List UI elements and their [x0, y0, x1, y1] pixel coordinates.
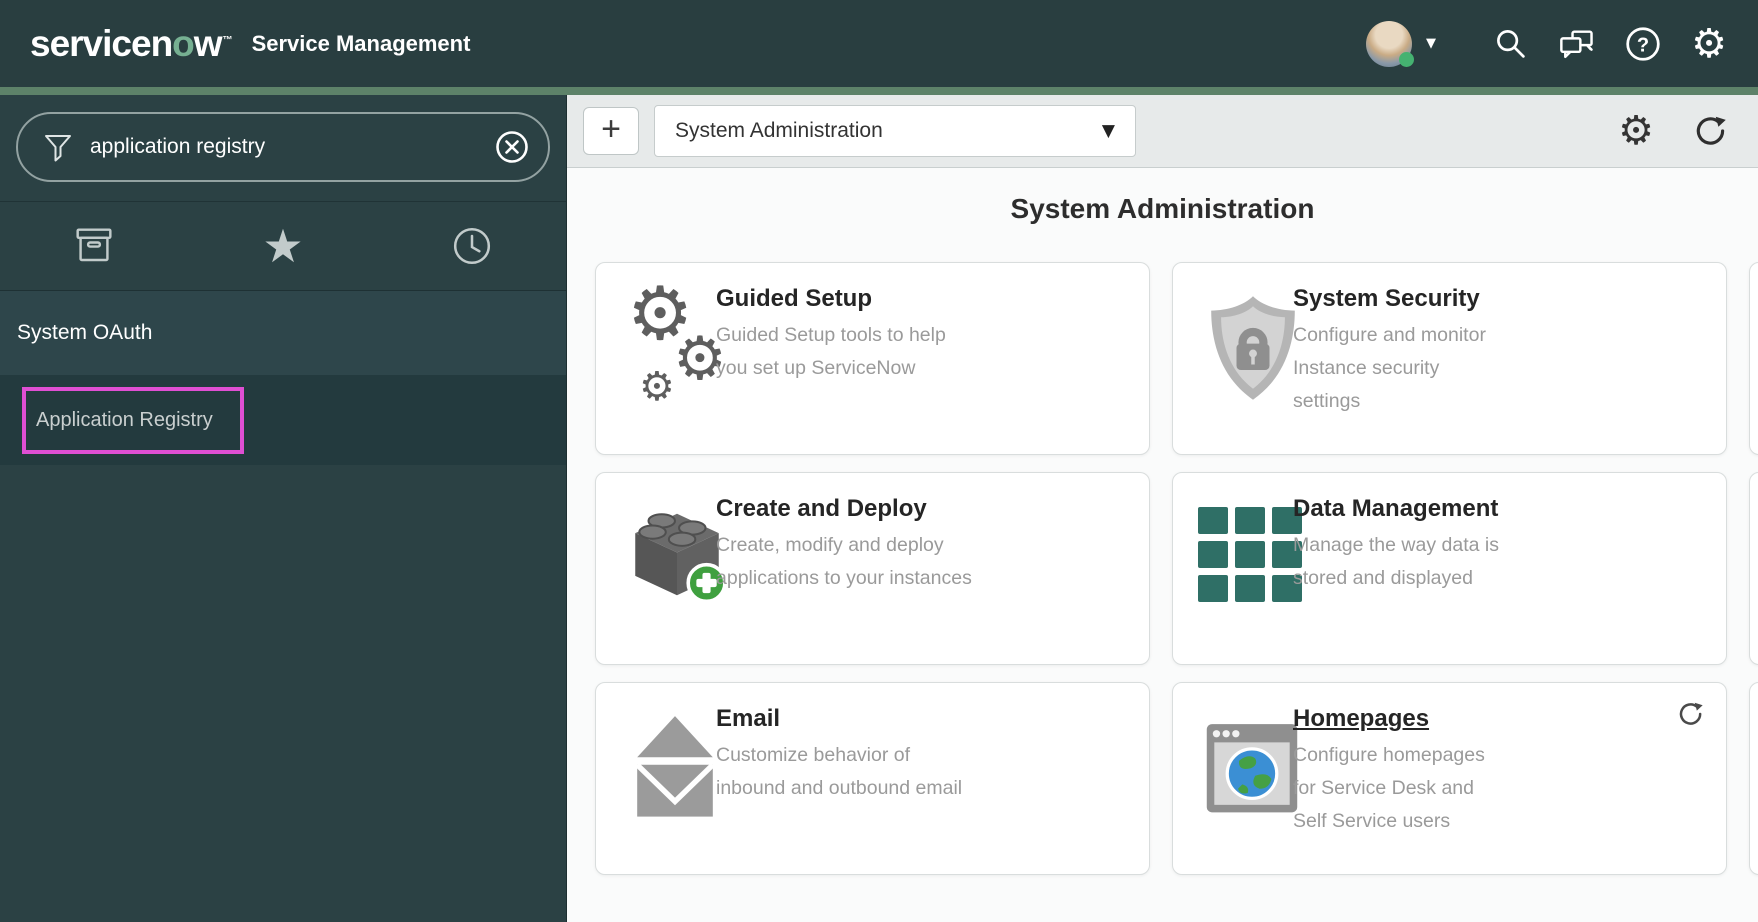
- card-description: Create, modify and deploy applications t…: [716, 529, 974, 595]
- partial-card[interactable]: [1749, 472, 1758, 665]
- archive-box-icon: [73, 226, 115, 266]
- content-toolbar: + System Administration ▼ ⚙: [567, 95, 1758, 168]
- shield-lock-icon: [1198, 289, 1306, 407]
- card-data-management[interactable]: Data Management Manage the way data is s…: [1172, 472, 1727, 665]
- svg-text:?: ?: [1637, 34, 1649, 56]
- star-icon: ★: [262, 223, 303, 269]
- application-navigator: ★ System OAuth Application Registry: [0, 95, 567, 922]
- product-title: Service Management: [252, 31, 471, 57]
- connect-chat-icon[interactable]: [1544, 22, 1610, 66]
- scope-selector-value: System Administration: [675, 119, 883, 143]
- envelope-icon: [621, 709, 729, 827]
- card-guided-setup[interactable]: ⚙ ⚙ ⚙ Guided Setup Guided Setup tools to…: [595, 262, 1150, 455]
- user-menu-caret-icon[interactable]: ▼: [1426, 36, 1436, 51]
- accent-strip: [0, 87, 1758, 95]
- page-refresh-icon[interactable]: [1692, 112, 1730, 150]
- navigator-search-input[interactable]: [90, 135, 490, 159]
- browser-globe-icon: [1198, 709, 1306, 827]
- help-icon[interactable]: ?: [1610, 22, 1676, 66]
- card-description: Customize behavior of inbound and outbou…: [716, 739, 974, 805]
- card-create-and-deploy[interactable]: Create and Deploy Create, modify and dep…: [595, 472, 1150, 665]
- scope-selector[interactable]: System Administration ▼: [654, 105, 1136, 157]
- navigator-search[interactable]: [16, 112, 550, 182]
- card-title-link[interactable]: Homepages: [1293, 705, 1505, 733]
- clear-search-icon[interactable]: [490, 125, 534, 169]
- module-card-grid: ⚙ ⚙ ⚙ Guided Setup Guided Setup tools to…: [567, 262, 1758, 875]
- highlight-box: Application Registry: [22, 387, 244, 454]
- clock-icon: [451, 225, 493, 267]
- tab-all-applications[interactable]: [0, 202, 189, 290]
- sidebar-filler: [0, 465, 566, 922]
- settings-gear-icon[interactable]: ⚙: [1676, 22, 1742, 66]
- user-avatar[interactable]: [1366, 21, 1412, 67]
- tab-favorites[interactable]: ★: [189, 202, 378, 290]
- navigator-tabs: ★: [0, 202, 566, 290]
- sidebar-item-label: Application Registry: [26, 409, 213, 432]
- section-label: System OAuth: [17, 321, 152, 345]
- card-description: Configure homepages for Service Desk and…: [1293, 739, 1505, 837]
- sidebar-section-system-oauth[interactable]: System OAuth: [0, 290, 566, 375]
- page-title: System Administration: [567, 193, 1758, 225]
- card-title[interactable]: Email: [716, 705, 974, 733]
- homepage-content: System Administration ⚙ ⚙ ⚙ Guided Setup…: [567, 168, 1758, 922]
- page-settings-gear-icon[interactable]: ⚙: [1618, 111, 1654, 151]
- card-email[interactable]: Email Customize behavior of inbound and …: [595, 682, 1150, 875]
- card-title[interactable]: System Security: [1293, 285, 1505, 313]
- card-refresh-icon[interactable]: [1676, 699, 1706, 734]
- tab-history[interactable]: [377, 202, 566, 290]
- chevron-down-icon: ▼: [1102, 121, 1115, 141]
- card-title[interactable]: Create and Deploy: [716, 495, 974, 523]
- card-description: Configure and monitor Instance security …: [1293, 319, 1505, 417]
- main-panel: + System Administration ▼ ⚙ System Admin…: [567, 95, 1758, 922]
- servicenow-logo: servicenow™: [30, 25, 232, 62]
- partial-card[interactable]: [1749, 682, 1758, 875]
- app-header: servicenow™ Service Management ▼ ?: [0, 0, 1758, 87]
- brick-plus-icon: [621, 499, 729, 617]
- card-homepages[interactable]: Homepages Configure homepages for Servic…: [1172, 682, 1727, 875]
- partial-card[interactable]: [1749, 262, 1758, 455]
- card-title[interactable]: Data Management: [1293, 495, 1505, 523]
- filter-funnel-icon: [42, 130, 74, 164]
- card-description: Guided Setup tools to help you set up Se…: [716, 319, 974, 385]
- add-tab-button[interactable]: +: [583, 107, 639, 155]
- data-grid-icon: [1198, 499, 1306, 617]
- card-system-security[interactable]: System Security Configure and monitor In…: [1172, 262, 1727, 455]
- card-description: Manage the way data is stored and displa…: [1293, 529, 1505, 595]
- presence-dot: [1399, 52, 1414, 67]
- card-title[interactable]: Guided Setup: [716, 285, 974, 313]
- logo-o-mark: o: [172, 23, 194, 64]
- gears-icon: ⚙ ⚙ ⚙: [621, 289, 729, 407]
- sidebar-item-application-registry[interactable]: Application Registry: [0, 375, 566, 465]
- global-search-icon[interactable]: [1478, 22, 1544, 66]
